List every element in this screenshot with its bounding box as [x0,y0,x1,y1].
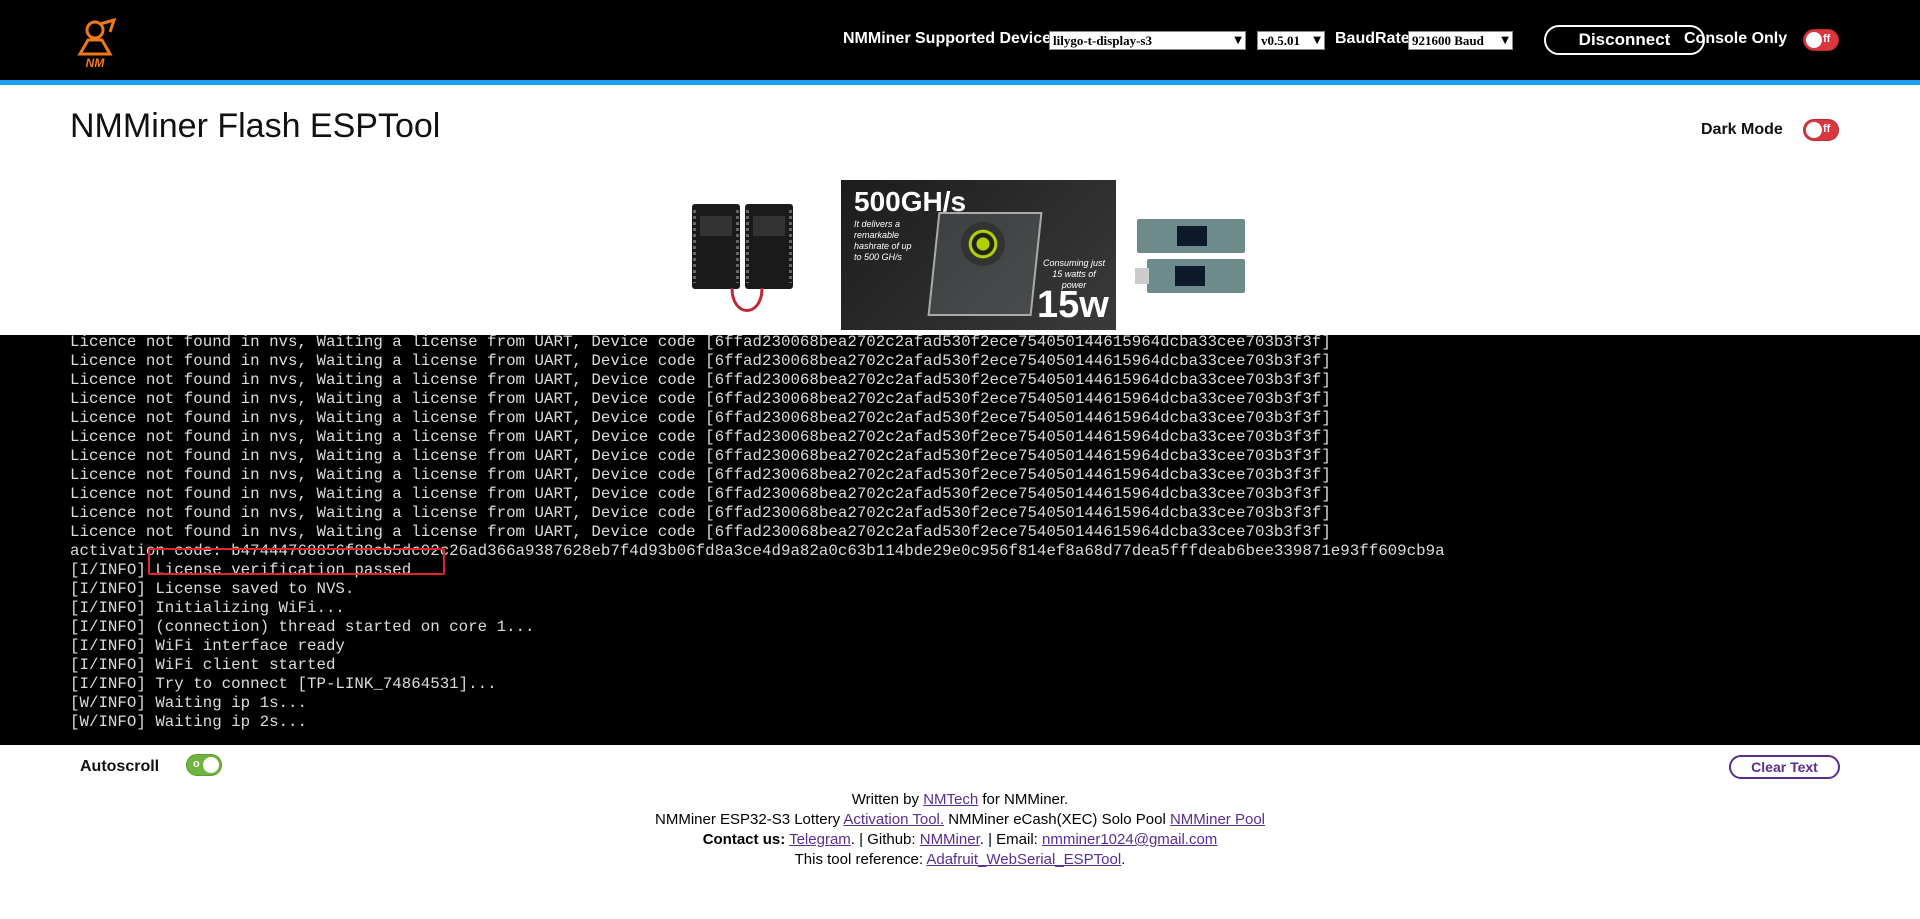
chevron-down-icon: ▼ [1501,35,1509,46]
usb-plug [1135,268,1149,284]
chevron-down-icon: ▼ [1313,35,1321,46]
usb-cable-icon [730,288,764,312]
footer-text: for NMMiner. [978,791,1069,808]
board-screen [700,216,732,236]
toggle-state-text: ff [1823,33,1831,45]
board-pins [693,210,696,283]
autoscroll-toggle[interactable]: o [186,754,222,776]
usb-screen [1175,266,1205,286]
autoscroll-label: Autoscroll [80,758,160,775]
usb-stick-1 [1137,219,1245,253]
clear-text-button[interactable]: Clear Text [1729,755,1840,779]
console-line: Licence not found in nvs, Waiting a lice… [70,523,1331,541]
version-select-value: v0.5.01 [1261,33,1300,48]
console-line: Licence not found in nvs, Waiting a lice… [70,390,1331,408]
activation-tool-link[interactable]: Activation Tool. [843,811,944,828]
nmminer-pool-link[interactable]: NMMiner Pool [1170,811,1265,828]
promo-banner-image[interactable]: 500GH/s It delivers a remarkable hashrat… [841,180,1116,330]
version-select[interactable]: v0.5.01 ▼ [1257,31,1325,50]
toggle-knob [1806,122,1822,138]
toggle-state-text: o [193,758,200,770]
console-line: Licence not found in nvs, Waiting a lice… [70,466,1331,484]
promo-watts: 15w [1037,284,1109,326]
footer-text: . | Github: [850,831,920,848]
console-line: Licence not found in nvs, Waiting a lice… [70,428,1331,446]
toggle-state-text: ff [1823,123,1831,135]
email-link[interactable]: nmminer1024@gmail.com [1042,831,1217,848]
promo-headline: 500GH/s [854,186,967,217]
console-line-clipped: Licence not found in nvs, Waiting a lice… [70,335,1331,351]
footer-line-1: Written by NMTech for NMMiner. [0,791,1920,808]
verification-highlight-box [148,548,445,575]
fan-icon [961,222,1005,266]
top-bar-accent-line [0,80,1920,85]
github-link[interactable]: NMMiner [920,831,980,848]
device-select[interactable]: lilygo-t-display-s3 ▼ [1049,31,1246,50]
footer-text: NMMiner eCash(XEC) Solo Pool [944,811,1170,828]
chevron-down-icon: ▼ [1234,35,1242,46]
dark-mode-toggle[interactable]: ff [1803,119,1839,141]
console-line: [I/INFO] WiFi interface ready [70,637,345,655]
device-select-value: lilygo-t-display-s3 [1053,33,1152,48]
toggle-knob [1806,32,1822,48]
console-line: Licence not found in nvs, Waiting a lice… [70,504,1331,522]
telegram-link[interactable]: Telegram [789,831,851,848]
contact-us-label: Contact us: [702,831,786,848]
baud-rate-label: BaudRate: [1335,30,1416,47]
usb-stick-2 [1135,259,1245,293]
lilygo-board-image[interactable] [692,202,795,317]
board-screen [753,216,785,236]
console-line: Licence not found in nvs, Waiting a lice… [70,371,1331,389]
toggle-knob [203,757,219,773]
console-line: [W/INFO] Waiting ip 1s... [70,694,307,712]
console-line: [I/INFO] WiFi client started [70,656,336,674]
nmminer-logo: NM [70,17,120,70]
usb-miner-image[interactable] [1135,219,1247,293]
disconnect-button[interactable]: Disconnect [1544,25,1705,55]
console-line: Licence not found in nvs, Waiting a lice… [70,352,1331,370]
footer-line-3: Contact us: Telegram. | Github: NMMiner.… [0,831,1920,848]
console-only-label: Console Only [1684,30,1788,47]
footer-text: Written by [851,791,924,808]
adafruit-esptool-link[interactable]: Adafruit_WebSerial_ESPTool [926,851,1121,868]
supported-devices-label: NMMiner Supported Devices: [843,30,1066,47]
footer-text: NMMiner ESP32-S3 Lottery [655,811,844,828]
promo-subtext: It delivers a remarkable hashrate of up … [854,219,912,262]
baud-rate-select-value: 921600 Baud [1412,33,1484,48]
console-line: [I/INFO] Try to connect [TP-LINK_7486453… [70,675,497,693]
baud-rate-select[interactable]: 921600 Baud ▼ [1408,31,1513,50]
nmtech-link[interactable]: NMTech [923,791,978,808]
usb-screen [1177,226,1207,246]
top-bar: NM NMMiner Supported Devices: lilygo-t-d… [0,0,1920,80]
board-pins [789,210,792,283]
footer-line-4: This tool reference: Adafruit_WebSerial_… [0,851,1920,868]
console-line: Licence not found in nvs, Waiting a lice… [70,447,1331,465]
board-2 [745,204,793,289]
console-line: [I/INFO] License saved to NVS. [70,580,355,598]
logo-text: NM [86,56,106,70]
page-title: NMMiner Flash ESPTool [70,107,441,145]
console-line: [W/INFO] Waiting ip 2s... [70,713,307,731]
footer-text: This tool reference: [794,851,927,868]
console-line: Licence not found in nvs, Waiting a lice… [70,409,1331,427]
board-1 [692,204,740,289]
console-line: Licence not found in nvs, Waiting a lice… [70,485,1331,503]
console-line: [I/INFO] Initializing WiFi... [70,599,345,617]
serial-console[interactable]: Licence not found in nvs, Waiting a lice… [0,335,1920,745]
console-line: [I/INFO] (connection) thread started on … [70,618,535,636]
board-pins [746,210,749,283]
dark-mode-label: Dark Mode [1701,121,1783,138]
footer-line-2: NMMiner ESP32-S3 Lottery Activation Tool… [0,811,1920,828]
board-pins [736,210,739,283]
footer-text: . | Email: [979,831,1042,848]
console-only-toggle[interactable]: ff [1803,29,1839,51]
footer-text: . [1121,851,1126,868]
